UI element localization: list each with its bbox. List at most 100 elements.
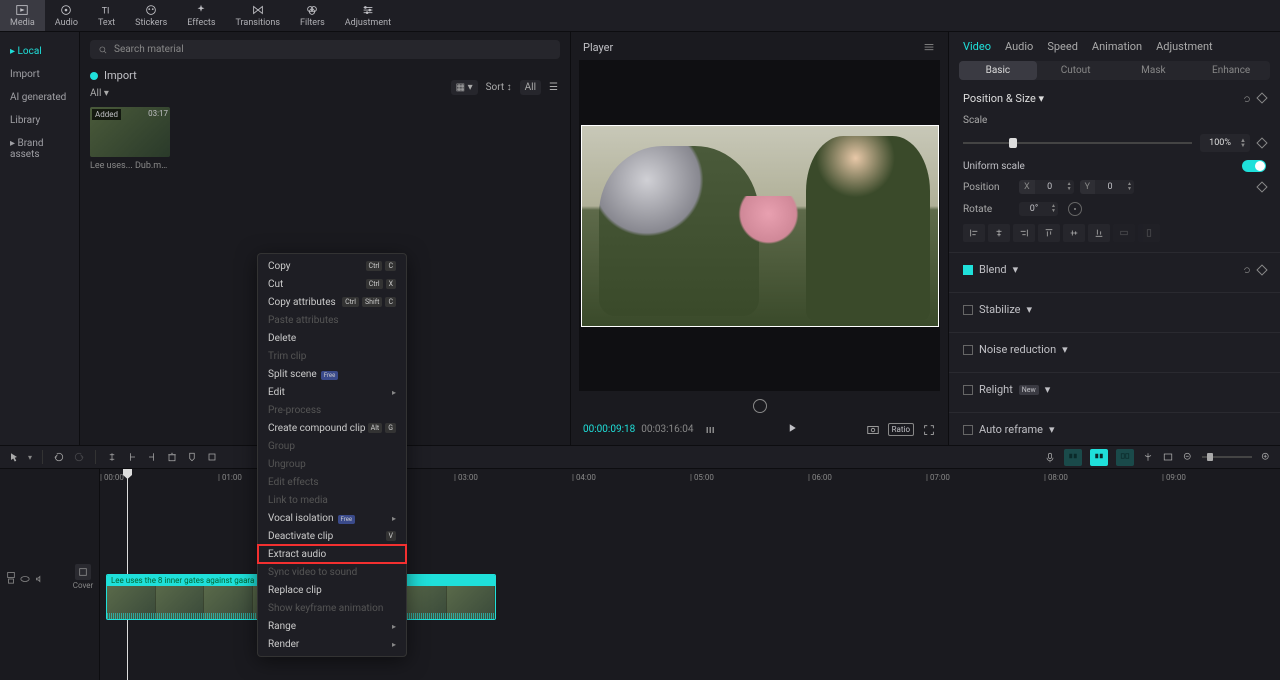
redo-icon[interactable] bbox=[73, 451, 85, 463]
tab-stickers[interactable]: Stickers bbox=[125, 0, 177, 31]
sidebar-library[interactable]: Library bbox=[0, 109, 79, 132]
stabilize-section[interactable]: Stabilize ▾ bbox=[949, 292, 1280, 326]
mic-icon[interactable] bbox=[1044, 451, 1056, 463]
visibility-icon[interactable] bbox=[20, 574, 30, 584]
sort-button[interactable]: Sort ↕ bbox=[486, 82, 512, 93]
tab-transitions[interactable]: Transitions bbox=[226, 0, 291, 31]
sidebar-ai[interactable]: AI generated bbox=[0, 86, 79, 109]
subtab-basic[interactable]: Basic bbox=[959, 61, 1037, 80]
subtab-mask[interactable]: Mask bbox=[1115, 61, 1193, 80]
filter-icon[interactable]: ☰ bbox=[549, 82, 558, 93]
cm-delete[interactable]: Delete bbox=[258, 329, 406, 347]
cm-replace-clip[interactable]: Replace clip bbox=[258, 581, 406, 599]
align-hcenter-button[interactable] bbox=[988, 224, 1010, 242]
position-x-input[interactable]: X0▲▼ bbox=[1019, 180, 1074, 194]
align-bottom-button[interactable] bbox=[1088, 224, 1110, 242]
link-icon[interactable] bbox=[1116, 449, 1134, 466]
cm-range[interactable]: Range▸ bbox=[258, 617, 406, 635]
player-menu-icon[interactable] bbox=[922, 40, 936, 54]
prop-tab-video[interactable]: Video bbox=[963, 40, 991, 53]
undo-icon[interactable] bbox=[53, 451, 65, 463]
cover-button[interactable]: Cover bbox=[71, 564, 95, 590]
keyframe-icon[interactable] bbox=[1256, 137, 1267, 148]
section-position-size: Position & Size ▾ bbox=[963, 92, 1044, 105]
uniform-scale-label: Uniform scale bbox=[963, 161, 1025, 172]
search-input[interactable]: Search material bbox=[90, 40, 560, 59]
prop-tab-adjustment[interactable]: Adjustment bbox=[1156, 40, 1213, 53]
media-clip-thumb[interactable]: Added 03:17 Lee uses... Dub.mp4 bbox=[90, 107, 170, 171]
cm-edit[interactable]: Edit▸ bbox=[258, 383, 406, 401]
video-preview[interactable] bbox=[581, 125, 939, 327]
mute-icon[interactable] bbox=[34, 574, 44, 584]
svg-text:TI: TI bbox=[101, 7, 109, 17]
subtab-cutout[interactable]: Cutout bbox=[1037, 61, 1115, 80]
keyframe-icon[interactable] bbox=[1256, 92, 1267, 103]
sidebar-brand[interactable]: ▸ Brand assets bbox=[0, 132, 79, 166]
distribute-h-button[interactable] bbox=[1113, 224, 1135, 242]
align-left-button[interactable] bbox=[963, 224, 985, 242]
position-y-input[interactable]: Y0▲▼ bbox=[1080, 180, 1134, 194]
cm-vocal-isolation[interactable]: Vocal isolationFree▸ bbox=[258, 509, 406, 527]
tab-filters[interactable]: Filters bbox=[290, 0, 335, 31]
ratio-button[interactable]: Ratio bbox=[888, 423, 914, 436]
sidebar-local[interactable]: ▸ Local bbox=[0, 40, 79, 63]
pointer-tool-icon[interactable] bbox=[8, 451, 20, 463]
uniform-scale-toggle[interactable] bbox=[1242, 160, 1266, 172]
prop-tab-animation[interactable]: Animation bbox=[1092, 40, 1142, 53]
keyframe-icon[interactable] bbox=[1256, 264, 1267, 275]
magnet-on-icon[interactable] bbox=[1064, 449, 1082, 466]
zoom-out-icon[interactable] bbox=[1182, 451, 1194, 463]
autoreframe-section[interactable]: Auto reframe ▾ bbox=[949, 412, 1280, 445]
tab-media[interactable]: Media bbox=[0, 0, 45, 31]
trim-left-icon[interactable] bbox=[126, 451, 138, 463]
relight-section[interactable]: RelightNew ▾ bbox=[949, 372, 1280, 406]
subtab-enhance[interactable]: Enhance bbox=[1192, 61, 1270, 80]
split-icon[interactable] bbox=[106, 451, 118, 463]
tab-text[interactable]: TIText bbox=[88, 0, 125, 31]
reset-icon[interactable] bbox=[1242, 265, 1252, 275]
prop-tab-speed[interactable]: Speed bbox=[1047, 40, 1078, 53]
preview-icon[interactable] bbox=[1162, 451, 1174, 463]
cm-extract-audio[interactable]: Extract audio bbox=[258, 545, 406, 563]
reset-icon[interactable] bbox=[1242, 94, 1252, 104]
scale-slider[interactable] bbox=[963, 142, 1192, 144]
tab-adjustment[interactable]: Adjustment bbox=[335, 0, 401, 31]
tab-effects[interactable]: Effects bbox=[177, 0, 225, 31]
snapshot-icon[interactable] bbox=[866, 423, 880, 437]
align-top-button[interactable] bbox=[1038, 224, 1060, 242]
trim-right-icon[interactable] bbox=[146, 451, 158, 463]
align-vcenter-button[interactable] bbox=[1063, 224, 1085, 242]
blend-section[interactable]: Blend ▾ bbox=[949, 252, 1280, 286]
add-track-icon[interactable] bbox=[6, 570, 16, 580]
cm-split-scene[interactable]: Split sceneFree bbox=[258, 365, 406, 383]
crop-icon[interactable] bbox=[206, 451, 218, 463]
delete-icon[interactable] bbox=[166, 451, 178, 463]
rotate-input[interactable]: 0°▲▼ bbox=[1019, 202, 1058, 216]
zoom-in-icon[interactable] bbox=[1260, 451, 1272, 463]
scale-input[interactable]: 100%▲▼ bbox=[1200, 134, 1250, 152]
align-right-button[interactable] bbox=[1013, 224, 1035, 242]
cm-cut[interactable]: CutCtrlX bbox=[258, 275, 406, 293]
media-sidebar: ▸ Local Import AI generated Library ▸ Br… bbox=[0, 32, 80, 445]
fullscreen-icon[interactable] bbox=[922, 423, 936, 437]
marker-icon[interactable] bbox=[186, 451, 198, 463]
cm-deactivate-clip[interactable]: Deactivate clipV bbox=[258, 527, 406, 545]
prop-tab-audio[interactable]: Audio bbox=[1005, 40, 1033, 53]
sidebar-import[interactable]: Import bbox=[0, 63, 79, 86]
magnet-mode-icon[interactable] bbox=[1090, 449, 1108, 466]
keyframe-icon[interactable] bbox=[1256, 181, 1267, 192]
noise-section[interactable]: Noise reduction ▾ bbox=[949, 332, 1280, 366]
cm-copy[interactable]: CopyCtrlC bbox=[258, 257, 406, 275]
rotate-dial[interactable] bbox=[1068, 202, 1082, 216]
grid-view-button[interactable]: ▦ ▾ bbox=[451, 80, 478, 95]
filter-all-button[interactable]: All bbox=[520, 80, 541, 95]
play-button[interactable] bbox=[786, 422, 798, 434]
snap-icon[interactable] bbox=[1142, 451, 1154, 463]
import-button[interactable]: Import bbox=[104, 69, 137, 82]
distribute-v-button[interactable] bbox=[1138, 224, 1160, 242]
tab-audio[interactable]: Audio bbox=[45, 0, 88, 31]
cm-render[interactable]: Render▸ bbox=[258, 635, 406, 653]
cm-copy-attributes[interactable]: Copy attributesCtrlShiftC bbox=[258, 293, 406, 311]
cm-create-compound-clip[interactable]: Create compound clipAltG bbox=[258, 419, 406, 437]
timeline-markers-icon[interactable] bbox=[705, 424, 717, 436]
